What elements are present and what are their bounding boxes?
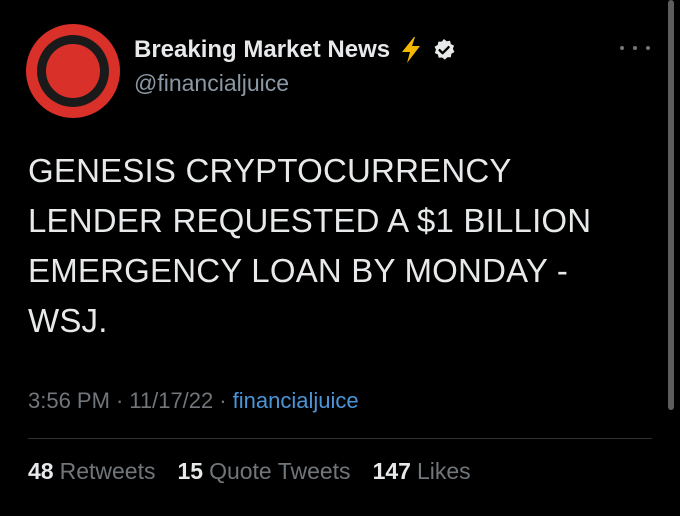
quote-tweets-label: Quote Tweets <box>209 458 351 484</box>
author-avatar[interactable] <box>26 24 120 118</box>
avatar-ring <box>37 35 109 107</box>
divider <box>28 438 652 439</box>
lightning-bolt-icon <box>402 37 421 63</box>
more-options-icon[interactable] <box>620 40 650 56</box>
retweets-stat[interactable]: 48 Retweets <box>28 458 155 485</box>
tweet-detail: Breaking Market News @financialjuice GEN… <box>0 0 680 516</box>
author-handle[interactable]: @financialjuice <box>134 70 289 97</box>
scrollbar[interactable] <box>668 0 674 410</box>
author-display-name[interactable]: Breaking Market News <box>134 36 390 64</box>
tweet-time[interactable]: 3:56 PM <box>28 388 110 414</box>
tweet-meta: 3:56 PM · 11/17/22 · financialjuice <box>28 388 359 414</box>
quote-tweets-count: 15 <box>177 458 204 484</box>
engagement-stats: 48 Retweets 15 Quote Tweets 147 Likes <box>28 458 493 485</box>
tweet-text: GENESIS CRYPTOCURRENCY LENDER REQUESTED … <box>28 152 592 339</box>
avatar-dot <box>46 44 100 98</box>
likes-label: Likes <box>416 458 471 484</box>
tweet-date[interactable]: 11/17/22 <box>129 388 213 414</box>
more-dot <box>620 46 624 50</box>
quote-tweets-stat[interactable]: 15 Quote Tweets <box>177 458 350 485</box>
meta-separator: · <box>219 388 227 413</box>
likes-stat[interactable]: 147 Likes <box>373 458 471 485</box>
more-dot <box>646 46 650 50</box>
verified-badge-icon <box>434 39 455 60</box>
author-name-row: Breaking Market News <box>134 34 456 66</box>
retweets-count: 48 <box>28 458 54 484</box>
more-dot <box>633 46 637 50</box>
meta-separator: · <box>115 388 124 413</box>
tweet-source-link[interactable]: financialjuice <box>233 388 359 414</box>
retweets-label: Retweets <box>59 458 156 484</box>
likes-count: 147 <box>372 458 411 484</box>
